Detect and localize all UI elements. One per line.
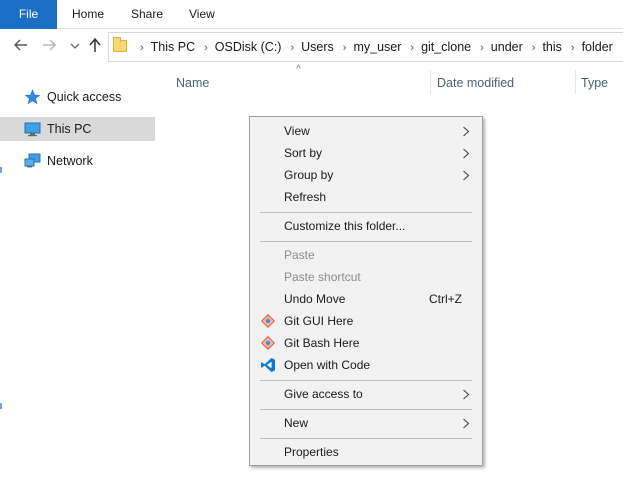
breadcrumb-item-users[interactable]: Users — [301, 40, 334, 54]
menu-item-open-with-code[interactable]: Open with Code — [250, 354, 482, 376]
recent-locations-button[interactable] — [66, 37, 84, 55]
menu-item-undo-move[interactable]: Undo Move Ctrl+Z — [250, 288, 482, 310]
column-header-type[interactable]: Type — [581, 74, 608, 92]
menu-item-label: Open with Code — [284, 358, 371, 372]
chevron-right-icon — [462, 164, 472, 186]
breadcrumb-item-my-user[interactable]: my_user — [353, 40, 401, 54]
tab-file[interactable]: File — [0, 0, 57, 29]
chevron-right-icon: › — [410, 42, 415, 54]
menu-item-git-gui[interactable]: Git GUI Here — [250, 310, 482, 332]
sidebar-item-quick-access[interactable]: Quick access — [0, 85, 155, 109]
menu-item-properties[interactable]: Properties — [250, 441, 482, 463]
breadcrumb-item-this-pc[interactable]: This PC — [151, 40, 195, 54]
menu-item-label: Git GUI Here — [284, 314, 354, 328]
breadcrumb-item-under[interactable]: under — [491, 40, 523, 54]
sidebar-item-label: Quick access — [47, 90, 122, 104]
menu-item-label: New — [284, 416, 309, 430]
chevron-right-icon: › — [290, 42, 295, 54]
sidebar-item-this-pc[interactable]: This PC — [0, 117, 155, 141]
chevron-right-icon — [462, 383, 472, 405]
pane-marker — [0, 403, 2, 409]
keyboard-shortcut: Ctrl+Z — [429, 292, 462, 306]
menu-item-customize-folder[interactable]: Customize this folder... — [250, 215, 482, 237]
menu-item-label: Properties — [284, 445, 339, 459]
breadcrumb: › This PC › OSDisk (C:) › Users › my_user › git_c… — [131, 33, 613, 61]
breadcrumb-item-this[interactable]: this — [542, 40, 561, 54]
sort-ascending-icon: ^ — [296, 64, 301, 75]
chevron-right-icon — [462, 142, 472, 164]
menu-separator — [260, 241, 472, 242]
menu-separator — [260, 212, 472, 213]
navigation-pane: Quick access This PC Network — [0, 65, 158, 493]
menu-item-paste: Paste — [250, 244, 482, 266]
chevron-right-icon: › — [140, 42, 144, 54]
menu-item-label: Paste — [284, 248, 315, 262]
column-divider[interactable] — [430, 70, 431, 94]
menu-separator — [260, 409, 472, 410]
chevron-right-icon: › — [342, 42, 347, 54]
chevron-right-icon: › — [531, 42, 536, 54]
chevron-right-icon: › — [204, 42, 208, 54]
menu-item-label: Git Bash Here — [284, 336, 360, 350]
tab-share[interactable]: Share — [131, 0, 163, 29]
up-button[interactable] — [86, 37, 104, 55]
menu-item-label: Group by — [284, 168, 334, 182]
star-icon — [24, 89, 41, 105]
navigation-bar: › This PC › OSDisk (C:) › Users › my_user › git_c… — [0, 29, 623, 65]
menu-item-label: Customize this folder... — [284, 219, 406, 233]
menu-item-paste-shortcut: Paste shortcut — [250, 266, 482, 288]
context-menu: View Sort by Group by Refresh Customize … — [249, 116, 483, 466]
menu-item-group-by[interactable]: Group by — [250, 164, 482, 186]
arrow-up-icon — [89, 37, 101, 52]
menu-item-sort-by[interactable]: Sort by — [250, 142, 482, 164]
column-header-name[interactable]: Name — [176, 74, 209, 92]
git-gui-icon — [261, 314, 275, 328]
menu-item-label: View — [284, 124, 310, 138]
chevron-right-icon — [462, 120, 472, 142]
menu-item-label: Refresh — [284, 190, 327, 204]
arrow-right-icon — [43, 39, 56, 51]
sidebar-item-label: This PC — [47, 122, 92, 136]
breadcrumb-item-osdisk[interactable]: OSDisk (C:) — [215, 40, 282, 54]
sidebar-item-network[interactable]: Network — [0, 149, 155, 173]
back-button[interactable] — [12, 37, 30, 55]
menu-item-git-bash[interactable]: Git Bash Here — [250, 332, 482, 354]
vscode-icon — [261, 358, 275, 372]
tab-view[interactable]: View — [189, 0, 215, 29]
menu-item-new[interactable]: New — [250, 412, 482, 434]
menu-separator — [260, 438, 472, 439]
menu-item-label: Give access to — [284, 387, 363, 401]
tab-home[interactable]: Home — [72, 0, 104, 29]
computer-icon — [24, 122, 41, 137]
breadcrumb-item-git-clone[interactable]: git_clone — [421, 40, 471, 54]
arrow-left-icon — [14, 39, 27, 51]
chevron-right-icon: › — [480, 42, 484, 54]
column-header-date-modified[interactable]: Date modified — [437, 74, 514, 92]
breadcrumb-item-folder[interactable]: folder — [582, 40, 613, 54]
menu-item-label: Undo Move — [284, 292, 346, 306]
ribbon-tabs: File Home Share View — [0, 0, 623, 29]
menu-item-view[interactable]: View — [250, 120, 482, 142]
address-bar[interactable]: › This PC › OSDisk (C:) › Users › my_user › git_c… — [108, 32, 623, 62]
folder-icon — [113, 37, 127, 52]
menu-item-label: Paste shortcut — [284, 270, 361, 284]
network-icon — [24, 153, 41, 168]
menu-separator — [260, 380, 472, 381]
chevron-down-icon — [70, 43, 80, 49]
chevron-right-icon: › — [570, 42, 575, 54]
forward-button[interactable] — [40, 37, 58, 55]
menu-item-label: Sort by — [284, 146, 323, 160]
chevron-right-icon — [462, 412, 472, 434]
column-divider[interactable] — [575, 70, 576, 94]
menu-item-give-access[interactable]: Give access to — [250, 383, 482, 405]
menu-item-refresh[interactable]: Refresh — [250, 186, 482, 208]
git-bash-icon — [261, 336, 275, 350]
sidebar-item-label: Network — [47, 154, 93, 168]
